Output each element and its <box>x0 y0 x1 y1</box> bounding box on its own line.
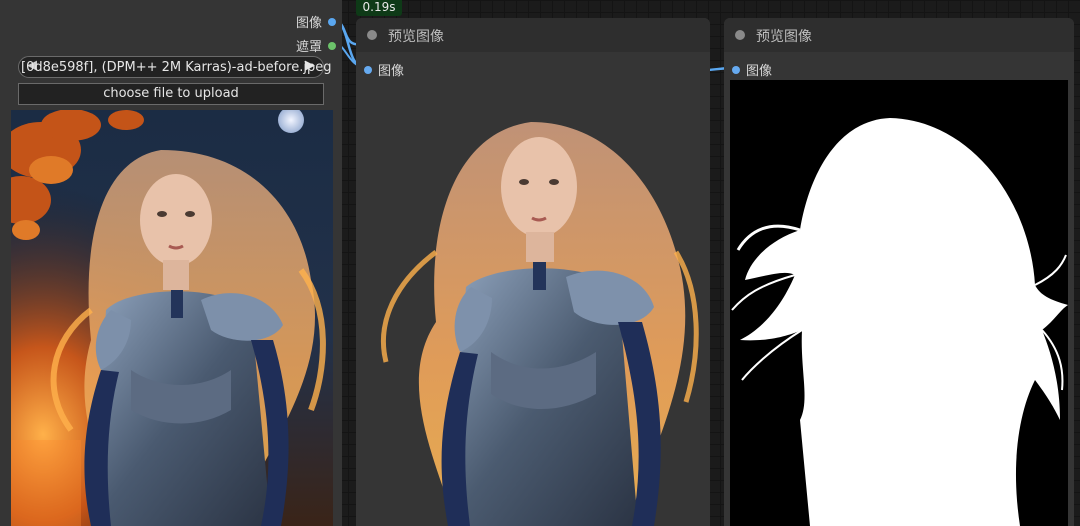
output-slot-image[interactable]: 图像 <box>296 12 336 31</box>
node-title-bar[interactable]: 预览图像 <box>356 18 710 52</box>
node-status-icon[interactable] <box>367 30 377 40</box>
input-label-image: 图像 <box>746 64 773 79</box>
load-image-node[interactable]: 图像 遮罩 ◀ [0d8e598f], (DPM++ 2M Karras)-ad… <box>0 0 342 526</box>
image-file-combo[interactable]: ◀ [0d8e598f], (DPM++ 2M Karras)-ad-befor… <box>18 56 331 78</box>
output-dot-mask[interactable] <box>328 41 336 50</box>
execution-time-badge: 0.19s <box>356 0 402 16</box>
mask-image <box>730 80 1068 526</box>
preview-image-node-2[interactable]: 预览图像 图像 <box>724 18 1074 526</box>
node-status-icon[interactable] <box>735 30 745 40</box>
input-slot-image[interactable]: 图像 <box>364 60 404 79</box>
node-title: 预览图像 <box>756 29 812 45</box>
next-file-icon[interactable]: ▶ <box>305 58 315 73</box>
output-label-image: 图像 <box>295 16 322 31</box>
node-title: 预览图像 <box>388 29 444 45</box>
output-label-mask: 遮罩 <box>295 40 322 55</box>
background-removed-image <box>356 102 710 526</box>
preview-image-1 <box>356 102 710 526</box>
output-slot-mask[interactable]: 遮罩 <box>296 36 336 55</box>
loaded-image-preview <box>11 110 333 526</box>
input-dot-image[interactable] <box>732 65 740 74</box>
input-label-image: 图像 <box>378 64 405 79</box>
preview-image-node-1[interactable]: 预览图像 图像 <box>356 18 710 526</box>
node-canvas[interactable]: 图像 遮罩 ◀ [0d8e598f], (DPM++ 2M Karras)-ad… <box>0 0 1080 526</box>
node-title-bar[interactable]: 预览图像 <box>724 18 1074 52</box>
image-file-value: [0d8e598f], (DPM++ 2M Karras)-ad-before.… <box>21 60 332 75</box>
input-dot-image[interactable] <box>364 65 372 74</box>
output-dot-image[interactable] <box>328 17 336 26</box>
loaded-image <box>11 110 333 526</box>
preview-image-2 <box>730 80 1068 526</box>
input-slot-image[interactable]: 图像 <box>732 60 772 79</box>
upload-file-button[interactable]: choose file to upload <box>18 83 324 105</box>
